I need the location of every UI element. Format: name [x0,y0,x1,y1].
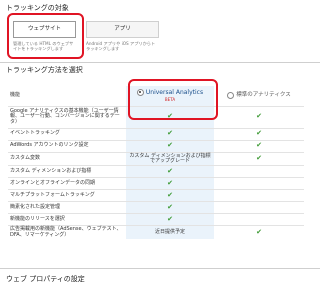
check-icon: ✔ [167,140,173,149]
classic-cell: ✔ [214,127,304,140]
classic-cell [214,165,304,178]
ua-cell: ✔ [126,177,214,190]
ua-cell: ✔ [126,201,214,214]
classic-cell: ✔ [214,105,304,128]
feature-name: オンラインとオフラインデータの同期 [8,177,126,190]
table-row: オンラインとオフラインデータの同期 ✔ [8,177,304,190]
tab-app-desc: Android アプリや iOS アプリからトラッキングします [86,41,156,52]
table-row: 新機能のリリースを選択 ✔ [8,213,304,226]
check-icon: ✔ [167,166,173,175]
feature-name: AdWords アカウントのリンク設定 [8,139,126,152]
classic-cell: ✔ [214,151,304,166]
table-row: カスタム ディメンションおよび指標 ✔ [8,165,304,178]
ua-cell: ✔ [126,189,214,202]
classic-cell [214,201,304,214]
table-row: AdWords アカウントのリンク設定 ✔ ✔ [8,139,304,152]
feature-name: カスタム変数 [8,151,126,166]
check-icon: ✔ [167,190,173,199]
ua-cell: ✔ [126,127,214,140]
ua-cell: ✔ [126,139,214,152]
feature-name: 広告掲載用の新機能（AdSense、ウェブテスト、DFA、リマーケティング） [8,225,126,240]
feature-name: マルチプラットフォームトラッキング [8,189,126,202]
option-classic-analytics[interactable]: 標準のアナリティクス [214,86,304,106]
ua-cell: カスタム ディメンションおよび指標でアップグレード [126,151,214,166]
check-icon: ✔ [256,227,262,236]
table-row: 広告掲載用の新機能（AdSense、ウェブテスト、DFA、リマーケティング） 近日… [8,225,304,240]
feature-column-label: 機能 [10,92,21,99]
feature-name: 新機能のリリースを選択 [8,213,126,226]
check-icon: ✔ [167,128,173,137]
classic-cell [214,189,304,202]
classic-cell: ✔ [214,139,304,152]
feature-name: Google アナリティクスの基本機能（ユーザー情報、ユーザー行動、コンバージョ… [8,105,126,128]
check-icon: ✔ [256,111,262,120]
check-icon: ✔ [167,214,173,223]
table-row: マルチプラットフォームトラッキング ✔ [8,189,304,202]
classic-cell [214,177,304,190]
radio-unselected-icon[interactable] [227,92,235,100]
check-icon: ✔ [256,128,262,137]
feature-name: イベントトラッキング [8,127,126,140]
tab-app[interactable]: アプリ [86,21,159,38]
ua-cell: 近日提供予定 [126,225,214,240]
ua-cell: ✔ [126,165,214,178]
table-row: カスタム変数 カスタム ディメンションおよび指標でアップグレード ✔ [8,151,304,166]
divider [0,268,320,269]
check-icon: ✔ [167,178,173,187]
highlight-ring-website [7,13,84,59]
web-property-title: ウェブ プロパティの設定 [6,275,85,283]
check-icon: ✔ [167,202,173,211]
classic-analytics-label: 標準のアナリティクス [236,91,291,98]
feature-name: カスタム ディメンションおよび指標 [8,165,126,178]
ua-cell: ✔ [126,213,214,226]
table-row: イベントトラッキング ✔ ✔ [8,127,304,140]
classic-cell [214,213,304,226]
check-icon: ✔ [256,153,262,162]
table-row: 簡素化された設定管理 ✔ [8,201,304,214]
divider [0,62,320,63]
tracking-method-title: トラッキング方法を選択 [6,66,83,74]
highlight-ring-universal [128,79,218,120]
check-icon: ✔ [256,140,262,149]
tracking-target-title: トラッキングの対象 [6,4,69,12]
classic-cell: ✔ [214,225,304,240]
feature-name: 簡素化された設定管理 [8,201,126,214]
